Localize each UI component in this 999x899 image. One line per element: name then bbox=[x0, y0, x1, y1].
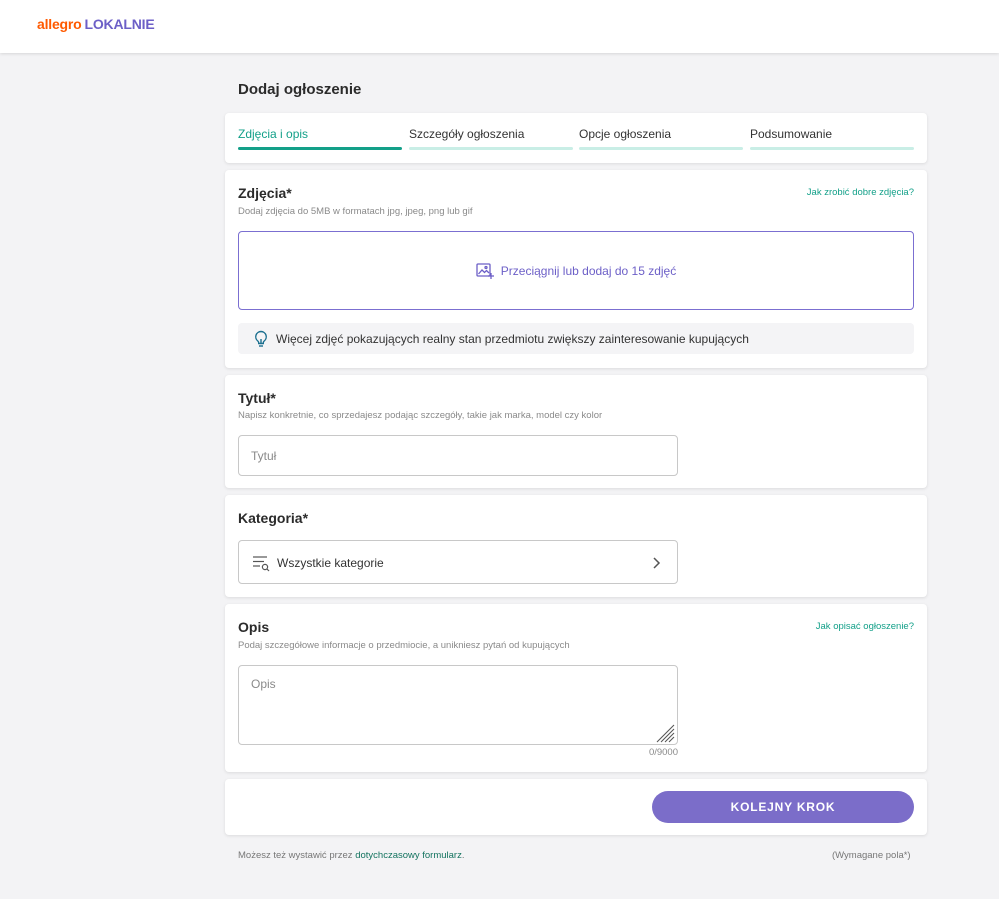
footer-suffix: . bbox=[461, 850, 465, 861]
dropzone-text: Przeciągnij lub dodaj do 15 zdjęć bbox=[500, 263, 677, 278]
lightbulb-icon bbox=[255, 330, 267, 347]
title-section-hint: Napisz konkretnie, co sprzedajesz podają… bbox=[238, 410, 603, 421]
next-step-button[interactable]: KOLEJNY KROK bbox=[652, 791, 914, 823]
logo-allegro-text: allegro bbox=[37, 16, 82, 32]
step-listing-details[interactable]: Szczegóły ogłoszenia bbox=[409, 113, 573, 163]
step-summary[interactable]: Podsumowanie bbox=[750, 113, 914, 163]
required-fields-note: (Wymagane pola*) bbox=[832, 850, 911, 861]
legacy-form-link[interactable]: dotychczasowy formularz bbox=[355, 850, 462, 861]
page-title: Dodaj ogłoszenie bbox=[238, 81, 362, 98]
top-bar: allegro LOKALNIE bbox=[0, 0, 999, 53]
logo-lokalnie-text: LOKALNIE bbox=[84, 16, 155, 32]
title-section: Tytuł* Napisz konkretnie, co sprzedajesz… bbox=[225, 375, 927, 488]
description-help-link[interactable]: Jak opisać ogłoszenie? bbox=[816, 621, 914, 632]
step-progress-bar bbox=[238, 147, 402, 150]
photos-hint: Dodaj zdjęcia do 5MB w formatach jpg, jp… bbox=[238, 206, 473, 217]
step-label: Opcje ogłoszenia bbox=[579, 127, 672, 141]
photos-section: Zdjęcia* Jak zrobić dobre zdjęcia? Dodaj… bbox=[225, 170, 927, 368]
step-progress-bar bbox=[409, 147, 573, 150]
photos-help-link[interactable]: Jak zrobić dobre zdjęcia? bbox=[807, 187, 914, 198]
step-photos-description[interactable]: Zdjęcia i opis bbox=[238, 113, 402, 163]
category-select[interactable]: Wszystkie kategorie bbox=[238, 540, 678, 584]
photos-tip: Więcej zdjęć pokazujących realny stan pr… bbox=[238, 323, 914, 354]
tip-text: Więcej zdjęć pokazujących realny stan pr… bbox=[276, 332, 749, 346]
chevron-right-icon bbox=[653, 557, 661, 569]
step-listing-options[interactable]: Opcje ogłoszenia bbox=[579, 113, 743, 163]
description-section: Opis Jak opisać ogłoszenie? Podaj szczeg… bbox=[225, 604, 927, 772]
description-title: Opis bbox=[238, 619, 270, 635]
allegro-lokalnie-logo[interactable]: allegro LOKALNIE bbox=[37, 16, 155, 32]
category-section: Kategoria* Wszystkie kategorie bbox=[225, 495, 927, 597]
description-hint: Podaj szczegółowe informacje o przedmioc… bbox=[238, 640, 570, 651]
photos-title: Zdjęcia* bbox=[238, 185, 292, 201]
step-progress-bar bbox=[579, 147, 743, 150]
category-list-search-icon bbox=[253, 556, 270, 572]
step-progress-bar bbox=[750, 147, 914, 150]
photo-dropzone[interactable]: Przeciągnij lub dodaj do 15 zdjęć bbox=[238, 231, 914, 310]
step-label: Zdjęcia i opis bbox=[238, 127, 309, 141]
stepper: Zdjęcia i opis Szczegóły ogłoszenia Opcj… bbox=[225, 113, 927, 163]
next-step-section: KOLEJNY KROK bbox=[225, 779, 927, 835]
category-selected-value: Wszystkie kategorie bbox=[277, 556, 384, 570]
step-label: Podsumowanie bbox=[750, 127, 833, 141]
title-section-title: Tytuł* bbox=[238, 390, 276, 406]
category-title: Kategoria* bbox=[238, 510, 309, 526]
add-image-icon bbox=[476, 262, 494, 279]
footer-prefix: Możesz też wystawić przez bbox=[238, 850, 353, 861]
title-input[interactable] bbox=[238, 435, 678, 476]
footer-alternative-form: Możesz też wystawić przez dotychczasowy … bbox=[238, 850, 465, 861]
step-label: Szczegóły ogłoszenia bbox=[409, 127, 525, 141]
description-char-counter: 0/9000 bbox=[648, 747, 678, 758]
description-textarea[interactable] bbox=[238, 665, 678, 745]
